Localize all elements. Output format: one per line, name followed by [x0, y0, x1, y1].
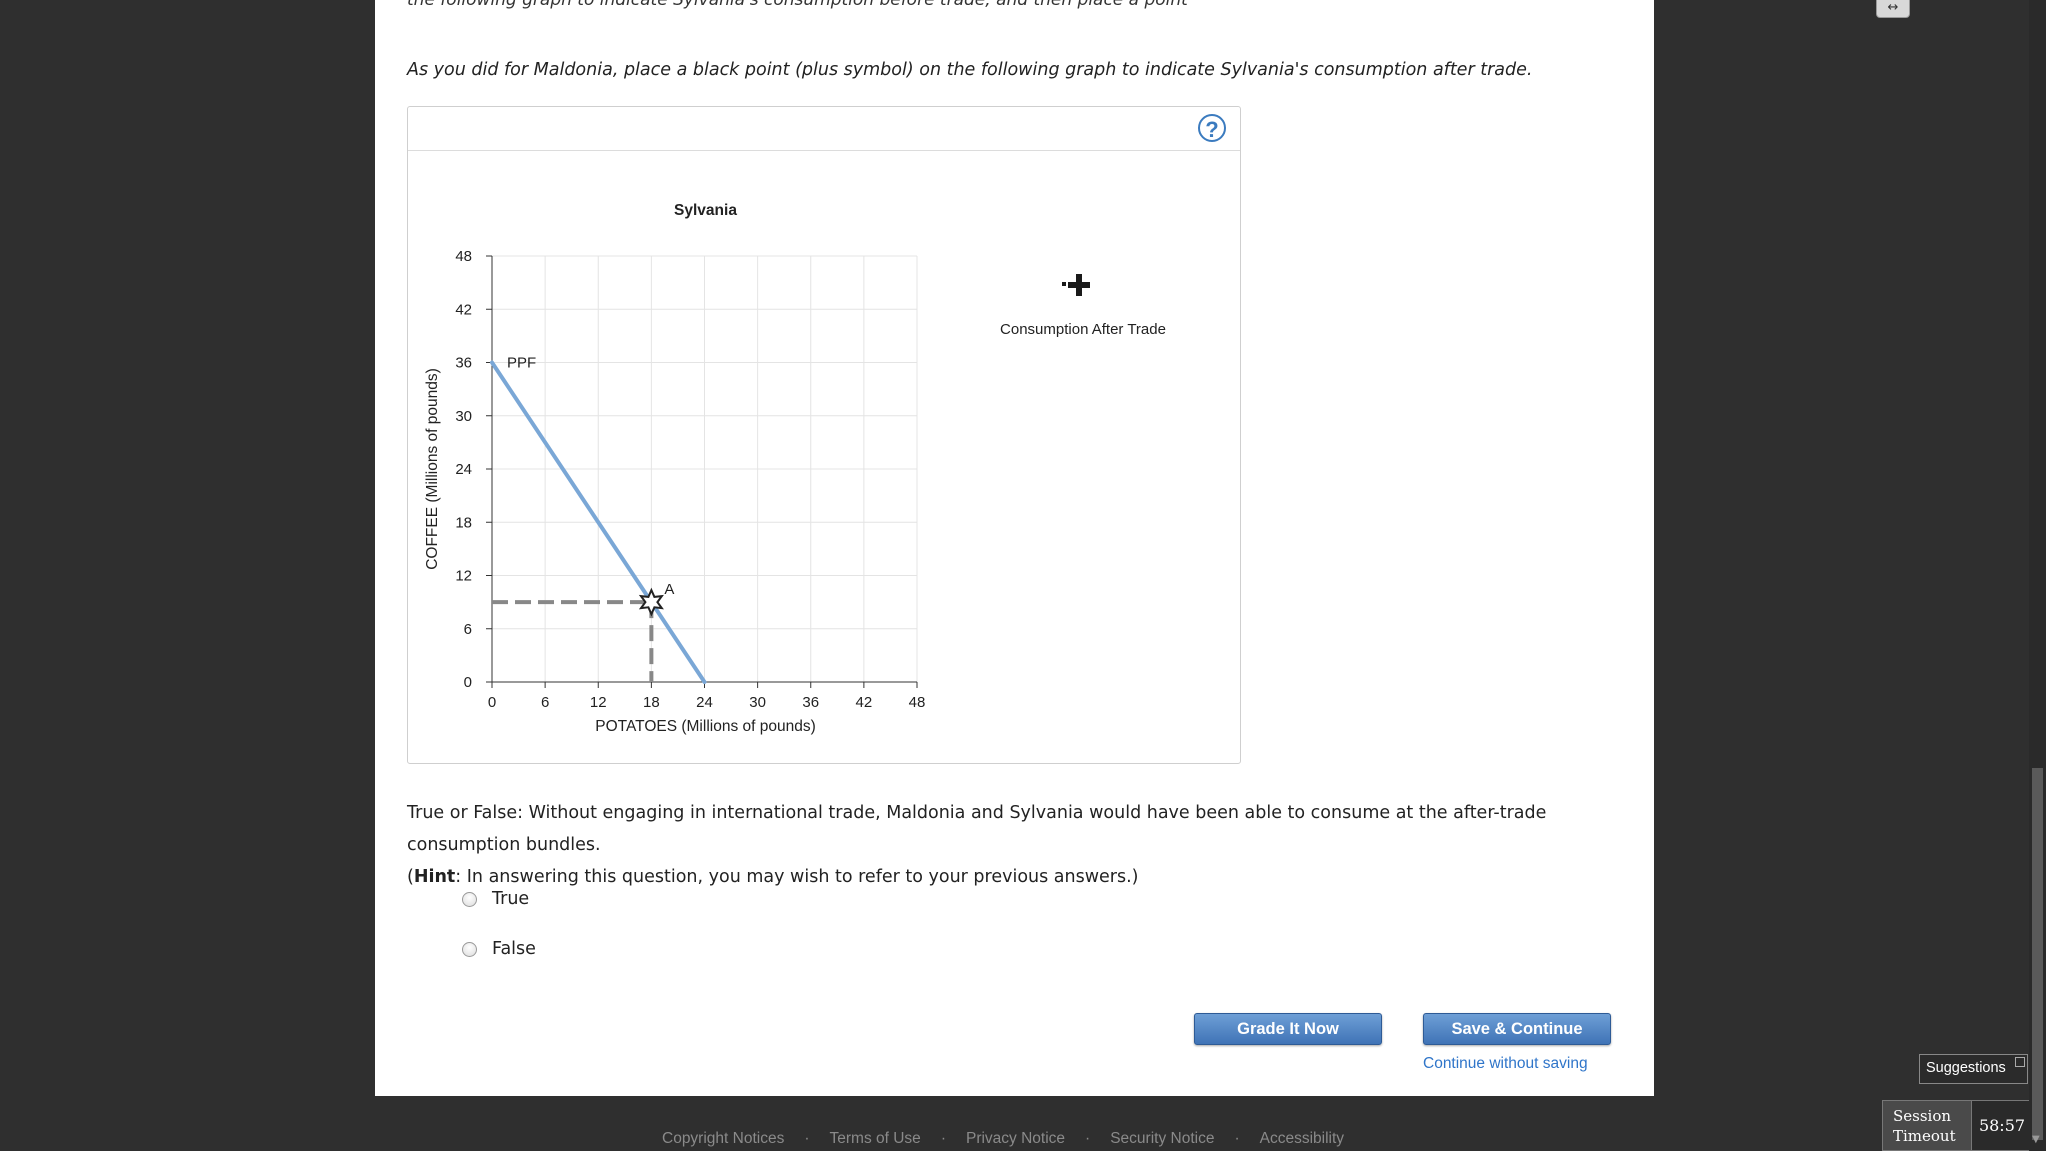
y-tick-label: 0 [464, 674, 472, 691]
y-tick-label: 12 [455, 568, 472, 585]
footer-separator: · [940, 1130, 946, 1147]
copyright-notices-link[interactable]: Copyright Notices [662, 1130, 784, 1148]
hint-label: Hint [413, 867, 456, 887]
suggestions-widget[interactable]: Suggestions [1919, 1054, 2028, 1084]
radio-false[interactable] [462, 941, 477, 957]
y-tick-label: 36 [455, 355, 472, 372]
y-tick-label: 6 [464, 621, 472, 638]
x-tick-label: 18 [643, 694, 660, 711]
grade-it-now-button[interactable]: Grade It Now [1194, 1013, 1382, 1045]
point-a-label: A [664, 581, 674, 598]
save-continue-button[interactable]: Save & Continue [1423, 1013, 1611, 1045]
y-tick-label: 30 [455, 408, 472, 425]
footer-separator: · [1085, 1130, 1091, 1147]
session-timeout-widget: Session Timeout 58:57 [1882, 1100, 2033, 1151]
cut-off-text: the following graph to indicate Sylvania… [407, 0, 1188, 10]
drag-dot-icon [1062, 282, 1066, 286]
x-tick-label: 12 [590, 694, 607, 711]
x-tick-label: 30 [749, 694, 766, 711]
y-tick-label: 24 [455, 461, 472, 478]
question-hint: (Hint: In answering this question, you m… [407, 867, 1139, 887]
terms-of-use-link[interactable]: Terms of Use [830, 1130, 921, 1148]
y-tick-label: 42 [455, 301, 472, 318]
expand-toggle-icon[interactable]: ↔ [1876, 0, 1910, 18]
continue-without-saving-link[interactable]: Continue without saving [1423, 1055, 1588, 1073]
scrollbar-thumb[interactable] [2032, 768, 2043, 1140]
chart-title: Sylvania [674, 202, 737, 219]
y-tick-label: 18 [455, 514, 472, 531]
radio-true[interactable] [462, 891, 477, 907]
plus-symbol-icon[interactable] [1068, 274, 1090, 296]
session-timeout-label: Session Timeout [1893, 1107, 1956, 1145]
sylvania-chart[interactable]: 0 6 12 18 24 30 36 42 48 0 6 12 18 24 30 36 42 48 Sylvania… [408, 107, 1240, 763]
x-tick-label: 6 [541, 694, 549, 711]
option-true[interactable]: True [462, 887, 529, 911]
option-false-label: False [492, 939, 536, 959]
y-axis-label: COFFEE (Millions of pounds) [424, 368, 441, 570]
true-false-question: True or False: Without engaging in inter… [407, 797, 1632, 893]
session-timer: 58:57 [1971, 1101, 2032, 1150]
x-tick-label: 42 [856, 694, 873, 711]
scroll-down-icon[interactable]: ▼ [2032, 1134, 2040, 1145]
minimize-icon[interactable] [2015, 1057, 2025, 1067]
graph-instruction: As you did for Maldonia, place a black p… [407, 60, 1533, 80]
page-scrollbar[interactable]: ▼ [2029, 0, 2046, 1151]
x-axis-label: POTATOES (Millions of pounds) [595, 718, 816, 735]
option-true-label: True [492, 889, 530, 909]
y-tick-label: 48 [455, 248, 472, 265]
x-tick-label: 48 [909, 694, 926, 711]
privacy-notice-link[interactable]: Privacy Notice [966, 1130, 1065, 1148]
legend-tool-label: Consumption After Trade [1000, 321, 1166, 338]
accessibility-link[interactable]: Accessibility [1260, 1130, 1344, 1148]
footer-separator: · [1234, 1130, 1240, 1147]
ppf-label: PPF [507, 355, 536, 372]
question-text: True or False: Without engaging in inter… [407, 803, 1547, 855]
x-tick-label: 24 [696, 694, 713, 711]
option-false[interactable]: False [462, 937, 536, 961]
graph-panel: ? 0 6 12 18 24 30 36 42 48 0 6 12 18 24 30 36 42 48 Sylvan… [407, 106, 1241, 764]
security-notice-link[interactable]: Security Notice [1110, 1130, 1214, 1148]
x-tick-label: 0 [488, 694, 496, 711]
footer-separator: · [804, 1130, 810, 1147]
suggestions-label: Suggestions [1926, 1060, 2006, 1076]
footer-links: Copyright Notices · Terms of Use · Priva… [662, 1130, 1344, 1148]
x-tick-label: 36 [802, 694, 819, 711]
